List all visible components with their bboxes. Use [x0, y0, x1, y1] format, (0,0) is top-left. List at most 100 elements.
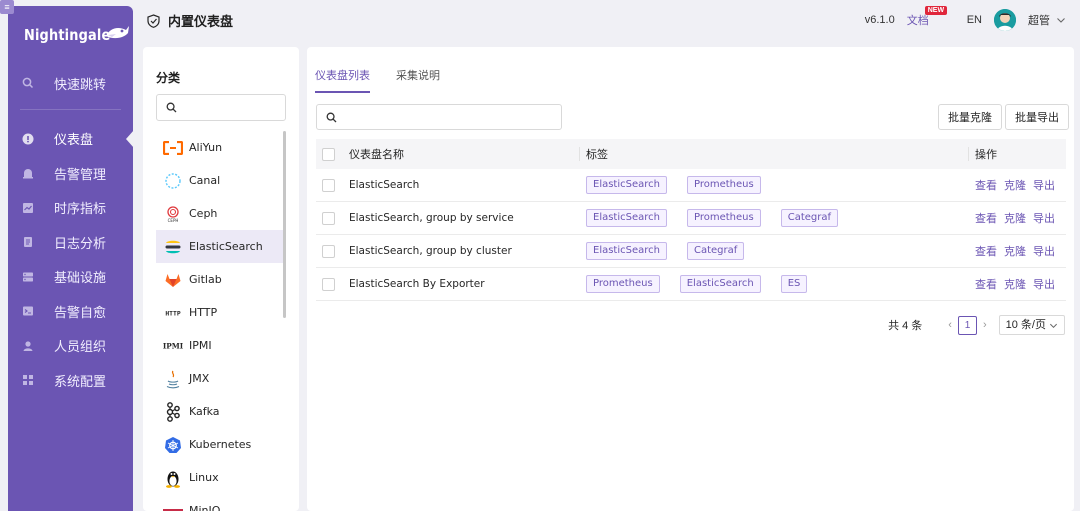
category-item-label: AliYun	[189, 141, 223, 154]
tab-collection-docs[interactable]: 采集说明	[396, 67, 440, 93]
page-size-select[interactable]: 10 条/页	[998, 315, 1065, 335]
view-link[interactable]: 查看	[975, 276, 997, 292]
category-item-http[interactable]: HTTP HTTP	[156, 296, 283, 329]
sidebar-item-8[interactable]: 系统配置	[8, 363, 133, 398]
category-item-minio[interactable]: MinIO	[156, 494, 283, 511]
clone-link[interactable]: 克隆	[1004, 276, 1026, 292]
dashboard-name: ElasticSearch By Exporter	[349, 278, 485, 290]
nightingale-bird-icon	[106, 26, 129, 39]
tag-badge[interactable]: ElasticSearch	[679, 275, 761, 293]
tag-badge[interactable]: ElasticSearch	[586, 209, 667, 227]
table-row: ElasticSearch ElasticSearch Prometheus 查看 克隆…	[316, 169, 1066, 202]
tag-badge[interactable]: ElasticSearch	[586, 176, 667, 194]
category-item-gitlab[interactable]: Gitlab	[156, 263, 283, 296]
page-number[interactable]: 1	[957, 315, 977, 335]
category-item-ceph[interactable]: CEPH Ceph	[156, 197, 283, 230]
sidebar-item-5[interactable]: 基础设施	[8, 260, 133, 295]
row-actions: 查看 克隆 导出	[975, 276, 1055, 292]
clone-link[interactable]: 克隆	[1004, 243, 1026, 259]
terminal-icon	[22, 305, 34, 317]
table-row: ElasticSearch, group by cluster ElasticSe…	[316, 235, 1066, 268]
page-title: 内置仪表盘	[147, 11, 233, 30]
batch-clone-button[interactable]: 批量克隆	[938, 104, 1002, 130]
category-item-linux[interactable]: Linux	[156, 461, 283, 494]
tag-badge[interactable]: Prometheus	[687, 209, 761, 227]
category-item-ipmi[interactable]: IPMI IPMI	[156, 329, 283, 362]
category-item-label: ElasticSearch	[189, 240, 263, 253]
sidebar-item-label: 告警管理	[54, 166, 107, 182]
tag-badge[interactable]: ES	[780, 275, 808, 293]
view-link[interactable]: 查看	[975, 210, 997, 226]
row-checkbox[interactable]	[322, 244, 335, 258]
select-all-checkbox[interactable]	[322, 147, 335, 161]
category-title: 分类	[156, 71, 181, 85]
sidebar-item-1[interactable]: 仪表盘	[8, 122, 134, 157]
tag-badge[interactable]: Prometheus	[586, 275, 660, 293]
prev-page-icon[interactable]: ‹	[948, 319, 952, 331]
logo[interactable]: Nightingale	[24, 26, 129, 44]
category-item-kubernetes[interactable]: Kubernetes	[156, 428, 283, 461]
sidebar-item-7[interactable]: 人员组织	[8, 329, 133, 364]
log-icon	[22, 236, 34, 248]
export-link[interactable]: 导出	[1033, 177, 1055, 193]
table-row: ElasticSearch By Exporter Prometheus Elast…	[316, 268, 1066, 301]
category-item-label: Canal	[189, 174, 221, 187]
tab-dashboard-list[interactable]: 仪表盘列表	[315, 67, 370, 93]
category-item-elasticsearch[interactable]: ElasticSearch	[156, 230, 283, 263]
sidebar-item-6[interactable]: 告警自愈	[8, 294, 133, 329]
tag-badge[interactable]: ElasticSearch	[586, 242, 667, 260]
dashboard-tags: Prometheus ElasticSearch ES	[586, 275, 827, 293]
avatar[interactable]	[994, 9, 1016, 31]
clone-link[interactable]: 克隆	[1004, 210, 1026, 226]
chevron-down-icon[interactable]	[1056, 15, 1066, 25]
tag-badge[interactable]: Prometheus	[687, 176, 761, 194]
pagination-total: 共 4 条	[888, 320, 923, 332]
docs-link[interactable]: 文档 NEW	[907, 6, 948, 28]
column-divider	[579, 147, 580, 161]
menu-toggle-icon[interactable]: ≡	[0, 0, 14, 14]
batch-export-button[interactable]: 批量导出	[1005, 104, 1069, 130]
ceph-icon: CEPH	[163, 204, 183, 224]
dashboard-name: ElasticSearch, group by service	[349, 212, 514, 224]
sidebar: Nightingale 快速跳转仪表盘告警管理时序指标日志分析 基础设施告警自愈人…	[8, 6, 134, 511]
sidebar-item-2[interactable]: 告警管理	[8, 156, 133, 191]
row-actions: 查看 克隆 导出	[975, 210, 1055, 226]
export-link[interactable]: 导出	[1033, 243, 1055, 259]
search-icon	[326, 112, 337, 123]
view-link[interactable]: 查看	[975, 243, 997, 259]
category-item-aliyun[interactable]: AliYun	[156, 131, 283, 164]
view-link[interactable]: 查看	[975, 177, 997, 193]
row-checkbox[interactable]	[322, 277, 335, 291]
export-link[interactable]: 导出	[1033, 276, 1055, 292]
sidebar-item-label: 告警自愈	[54, 304, 107, 320]
category-item-label: IPMI	[189, 339, 212, 352]
sidebar-nav: 快速跳转仪表盘告警管理时序指标日志分析 基础设施告警自愈人员组织 系统配置	[8, 66, 134, 398]
clone-link[interactable]: 克隆	[1004, 177, 1026, 193]
settings-icon	[22, 374, 34, 386]
category-scrollbar[interactable]	[283, 131, 286, 318]
category-item-kafka[interactable]: Kafka	[156, 395, 283, 428]
category-search-input[interactable]	[156, 94, 286, 121]
row-checkbox[interactable]	[322, 211, 335, 225]
sidebar-item-4[interactable]: 日志分析	[8, 225, 133, 260]
canal-icon	[163, 171, 183, 191]
category-item-jmx[interactable]: JMX	[156, 362, 283, 395]
category-item-label: JMX	[189, 372, 210, 385]
new-badge: NEW	[924, 6, 948, 15]
sidebar-item-0[interactable]: 快速跳转	[8, 66, 133, 101]
svg-text:HTTP: HTTP	[165, 310, 180, 317]
dashboard-search-input[interactable]	[316, 104, 562, 130]
export-link[interactable]: 导出	[1033, 210, 1055, 226]
page-title-text: 内置仪表盘	[168, 14, 234, 29]
tag-badge[interactable]: Categraf	[687, 242, 745, 260]
category-item-canal[interactable]: Canal	[156, 164, 283, 197]
category-item-label: HTTP	[189, 306, 218, 319]
tag-badge[interactable]: Categraf	[780, 209, 839, 227]
minio-icon	[163, 501, 183, 511]
row-checkbox[interactable]	[322, 178, 335, 192]
sidebar-item-3[interactable]: 时序指标	[8, 191, 133, 226]
language-switch[interactable]: EN	[967, 14, 982, 26]
next-page-icon[interactable]: ›	[983, 319, 987, 331]
username[interactable]: 超管	[1028, 12, 1050, 28]
sidebar-item-label: 时序指标	[54, 201, 107, 217]
